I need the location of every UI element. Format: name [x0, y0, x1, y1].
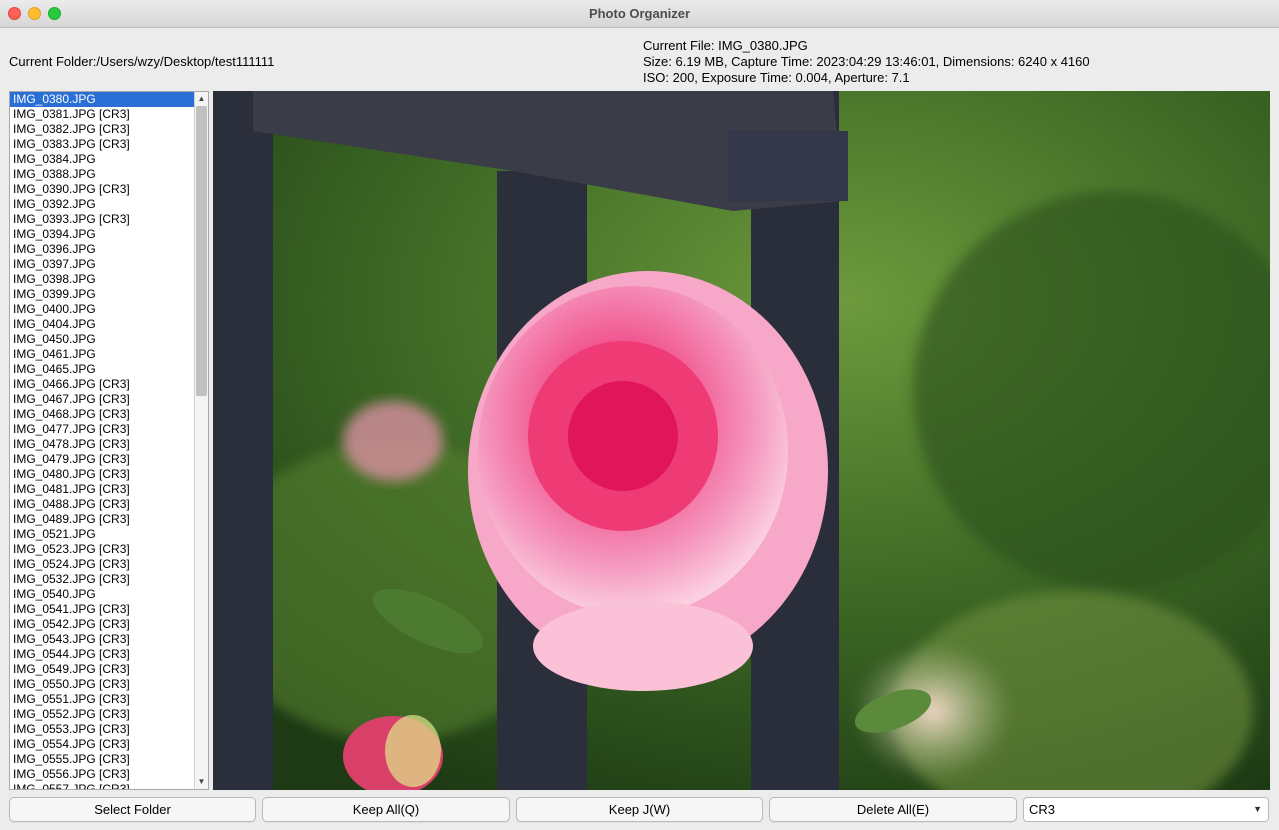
file-list-item[interactable]: IMG_0461.JPG — [10, 347, 195, 362]
file-list-item[interactable]: IMG_0524.JPG [CR3] — [10, 557, 195, 572]
file-list-item[interactable]: IMG_0521.JPG — [10, 527, 195, 542]
title-bar: Photo Organizer — [0, 0, 1279, 28]
file-list-item[interactable]: IMG_0541.JPG [CR3] — [10, 602, 195, 617]
file-list-item[interactable]: IMG_0394.JPG — [10, 227, 195, 242]
file-list-item[interactable]: IMG_0381.JPG [CR3] — [10, 107, 195, 122]
photo-preview — [213, 91, 1270, 790]
file-list-item[interactable]: IMG_0392.JPG — [10, 197, 195, 212]
current-folder-label: Current Folder:/Users/wzy/Desktop/test11… — [9, 54, 275, 69]
file-list-item[interactable]: IMG_0393.JPG [CR3] — [10, 212, 195, 227]
file-list-item[interactable]: IMG_0479.JPG [CR3] — [10, 452, 195, 467]
file-list-item[interactable]: IMG_0390.JPG [CR3] — [10, 182, 195, 197]
file-list-item[interactable]: IMG_0540.JPG — [10, 587, 195, 602]
file-list-item[interactable]: IMG_0553.JPG [CR3] — [10, 722, 195, 737]
scroll-up-arrow-icon[interactable]: ▲ — [195, 92, 208, 106]
file-list-item[interactable]: IMG_0398.JPG — [10, 272, 195, 287]
window-title: Photo Organizer — [588, 6, 691, 21]
photo-image — [213, 91, 1270, 790]
file-list-item[interactable]: IMG_0488.JPG [CR3] — [10, 497, 195, 512]
file-list-item[interactable]: IMG_0551.JPG [CR3] — [10, 692, 195, 707]
file-list-item[interactable]: IMG_0542.JPG [CR3] — [10, 617, 195, 632]
file-list-item[interactable]: IMG_0481.JPG [CR3] — [10, 482, 195, 497]
file-list-item[interactable]: IMG_0555.JPG [CR3] — [10, 752, 195, 767]
file-list-item[interactable]: IMG_0465.JPG — [10, 362, 195, 377]
scroll-thumb[interactable] — [196, 106, 207, 396]
file-list-item[interactable]: IMG_0450.JPG — [10, 332, 195, 347]
file-list-item[interactable]: IMG_0397.JPG — [10, 257, 195, 272]
delete-all-button[interactable]: Delete All(E) — [769, 797, 1017, 822]
file-list[interactable]: IMG_0380.JPG IMG_0381.JPG [CR3] IMG_0382.J… — [9, 91, 209, 790]
file-size-capture-label: Size: 6.19 MB, Capture Time: 2023:04:29 … — [643, 54, 1090, 69]
file-list-item[interactable]: IMG_0480.JPG [CR3] — [10, 467, 195, 482]
file-list-item[interactable]: IMG_0554.JPG [CR3] — [10, 737, 195, 752]
file-list-item[interactable]: IMG_0477.JPG [CR3] — [10, 422, 195, 437]
file-list-item[interactable]: IMG_0384.JPG — [10, 152, 195, 167]
keep-all-button[interactable]: Keep All(Q) — [262, 797, 510, 822]
file-list-item[interactable]: IMG_0468.JPG [CR3] — [10, 407, 195, 422]
current-file-label: Current File: IMG_0380.JPG — [643, 38, 808, 53]
file-list-item[interactable]: IMG_0388.JPG — [10, 167, 195, 182]
chevron-down-icon: ▼ — [1253, 804, 1262, 814]
file-list-item[interactable]: IMG_0404.JPG — [10, 317, 195, 332]
file-list-item[interactable]: IMG_0399.JPG — [10, 287, 195, 302]
file-list-item[interactable]: IMG_0543.JPG [CR3] — [10, 632, 195, 647]
file-list-item[interactable]: IMG_0382.JPG [CR3] — [10, 122, 195, 137]
keep-j-button[interactable]: Keep J(W) — [516, 797, 763, 822]
app-window: Photo Organizer Current Folder:/Users/wz… — [0, 0, 1279, 830]
exposure-info-label: ISO: 200, Exposure Time: 0.004, Aperture… — [643, 70, 910, 85]
file-list-item[interactable]: IMG_0523.JPG [CR3] — [10, 542, 195, 557]
file-info-panel: Current File: IMG_0380.JPG Size: 6.19 MB… — [643, 38, 1090, 86]
file-list-item[interactable]: IMG_0467.JPG [CR3] — [10, 392, 195, 407]
file-list-item[interactable]: IMG_0478.JPG [CR3] — [10, 437, 195, 452]
file-list-scrollbar[interactable]: ▲ ▼ — [194, 92, 208, 789]
file-list-item[interactable]: IMG_0380.JPG — [10, 92, 195, 107]
file-list-item[interactable]: IMG_0550.JPG [CR3] — [10, 677, 195, 692]
select-folder-button[interactable]: Select Folder — [9, 797, 256, 822]
file-list-item[interactable]: IMG_0552.JPG [CR3] — [10, 707, 195, 722]
file-list-item[interactable]: IMG_0544.JPG [CR3] — [10, 647, 195, 662]
file-list-item[interactable]: IMG_0557.JPG [CR3] — [10, 782, 195, 789]
file-list-item[interactable]: IMG_0400.JPG — [10, 302, 195, 317]
format-select[interactable]: CR3 ▼ — [1023, 797, 1269, 822]
file-list-item[interactable]: IMG_0532.JPG [CR3] — [10, 572, 195, 587]
scroll-down-arrow-icon[interactable]: ▼ — [195, 775, 208, 789]
file-list-item[interactable]: IMG_0489.JPG [CR3] — [10, 512, 195, 527]
file-list-item[interactable]: IMG_0396.JPG — [10, 242, 195, 257]
file-list-items[interactable]: IMG_0380.JPG IMG_0381.JPG [CR3] IMG_0382.J… — [10, 92, 195, 789]
file-list-item[interactable]: IMG_0556.JPG [CR3] — [10, 767, 195, 782]
file-list-item[interactable]: IMG_0466.JPG [CR3] — [10, 377, 195, 392]
format-select-value: CR3 — [1029, 802, 1056, 817]
file-list-item[interactable]: IMG_0383.JPG [CR3] — [10, 137, 195, 152]
file-list-item[interactable]: IMG_0549.JPG [CR3] — [10, 662, 195, 677]
